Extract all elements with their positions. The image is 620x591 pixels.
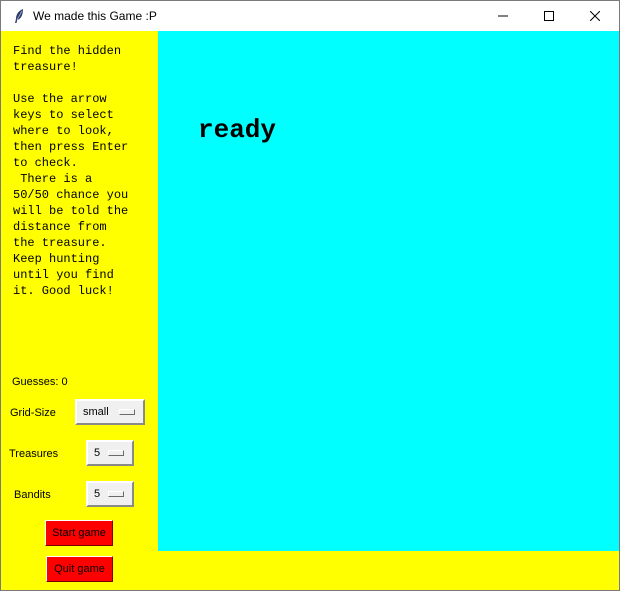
close-icon bbox=[590, 11, 600, 21]
maximize-icon bbox=[544, 11, 554, 21]
treasures-dropdown[interactable]: 5 bbox=[86, 440, 134, 466]
bandits-label: Bandits bbox=[14, 489, 51, 501]
start-game-button[interactable]: Start game bbox=[45, 520, 113, 546]
minimize-button[interactable] bbox=[480, 1, 526, 31]
dropdown-indicator-icon bbox=[108, 450, 124, 456]
app-window: We made this Game :P Find the hidden tre… bbox=[0, 0, 620, 591]
minimize-icon bbox=[498, 15, 508, 17]
quit-game-button[interactable]: Quit game bbox=[46, 556, 113, 582]
window-title: We made this Game :P bbox=[33, 9, 157, 23]
grid-size-value: small bbox=[83, 406, 109, 418]
feather-icon bbox=[11, 8, 27, 24]
bandits-dropdown[interactable]: 5 bbox=[86, 481, 134, 507]
grid-size-label: Grid-Size bbox=[10, 407, 56, 419]
instructions-text: Find the hidden treasure! Use the arrow … bbox=[13, 44, 129, 298]
bandits-value: 5 bbox=[94, 488, 101, 500]
client-area: Find the hidden treasure! Use the arrow … bbox=[1, 31, 619, 590]
sidebar: Find the hidden treasure! Use the arrow … bbox=[1, 31, 156, 590]
game-canvas[interactable]: ready bbox=[158, 31, 619, 551]
dropdown-indicator-icon bbox=[119, 409, 135, 415]
maximize-button[interactable] bbox=[526, 1, 572, 31]
close-button[interactable] bbox=[572, 1, 618, 31]
treasures-label: Treasures bbox=[9, 448, 59, 460]
dropdown-indicator-icon bbox=[108, 491, 124, 497]
treasures-value: 5 bbox=[94, 447, 101, 459]
status-text: ready bbox=[198, 115, 277, 145]
grid-size-dropdown[interactable]: small bbox=[75, 399, 145, 425]
guesses-counter: Guesses: 0 bbox=[12, 376, 68, 388]
title-bar[interactable]: We made this Game :P bbox=[1, 1, 619, 31]
